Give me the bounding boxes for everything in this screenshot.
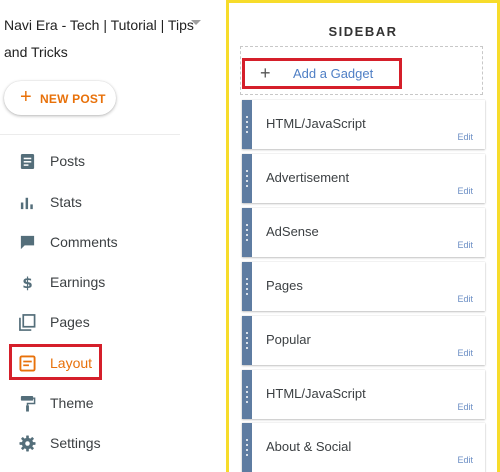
drag-handle-icon[interactable] — [242, 208, 252, 257]
stats-icon — [20, 197, 33, 210]
nav-item-comments[interactable]: Comments — [0, 227, 190, 257]
left-navigation: Navi Era - Tech | Tutorial | Tips and Tr… — [0, 0, 226, 472]
svg-text:$: $ — [22, 274, 33, 291]
dollar-icon: $ — [22, 274, 33, 291]
gadget-edit-link[interactable]: Edit — [457, 294, 473, 304]
gadget-card[interactable]: HTML/JavaScript Edit — [242, 100, 485, 149]
gadget-card[interactable]: Advertisement Edit — [242, 154, 485, 203]
nav-label-posts: Posts — [50, 153, 86, 169]
gadget-edit-link[interactable]: Edit — [457, 132, 473, 142]
gadget-edit-link[interactable]: Edit — [457, 455, 473, 465]
gadget-name: HTML/JavaScript — [266, 116, 366, 131]
gadget-edit-link[interactable]: Edit — [457, 402, 473, 412]
gadget-edit-link[interactable]: Edit — [457, 186, 473, 196]
gadget-card[interactable]: HTML/JavaScript Edit — [242, 370, 485, 419]
add-gadget-label: Add a Gadget — [293, 66, 374, 81]
gadget-name: HTML/JavaScript — [266, 386, 366, 401]
gear-icon — [19, 435, 36, 452]
new-post-label: NEW POST — [40, 92, 106, 106]
paint-roller-icon — [20, 395, 36, 412]
nav-label-pages: Pages — [50, 314, 90, 330]
blog-selector[interactable]: Navi Era - Tech | Tutorial | Tips and Tr… — [4, 12, 204, 66]
gadget-card[interactable]: Popular Edit — [242, 316, 485, 365]
nav-item-settings[interactable]: Settings — [0, 428, 190, 458]
sidebar-section-panel: SIDEBAR + Add a Gadget HTML/JavaScript E… — [226, 0, 500, 472]
gadget-card[interactable]: About & Social Edit — [242, 423, 485, 472]
new-post-button[interactable]: + NEW POST — [4, 81, 116, 115]
section-title: SIDEBAR — [328, 24, 398, 39]
drag-handle-icon[interactable] — [242, 316, 252, 365]
pages-icon — [19, 314, 36, 331]
drag-handle-icon[interactable] — [242, 423, 252, 472]
gadget-name: Popular — [266, 332, 311, 347]
nav-label-earnings: Earnings — [50, 274, 106, 290]
drag-handle-icon[interactable] — [242, 100, 252, 149]
add-gadget-button[interactable]: + Add a Gadget — [242, 58, 402, 89]
blog-title-text: Navi Era - Tech | Tutorial | Tips and Tr… — [4, 17, 194, 60]
nav-label-stats: Stats — [50, 194, 82, 210]
nav-item-theme[interactable]: Theme — [0, 388, 190, 418]
drag-handle-icon[interactable] — [242, 262, 252, 311]
nav-item-stats[interactable]: Stats — [0, 187, 190, 217]
nav-item-posts[interactable]: Posts — [0, 146, 190, 176]
layout-highlight-box — [9, 344, 102, 380]
nav-label-theme: Theme — [50, 395, 94, 411]
nav-label-comments: Comments — [50, 234, 118, 250]
plus-icon: + — [20, 86, 32, 108]
gadget-edit-link[interactable]: Edit — [457, 348, 473, 358]
gadget-card[interactable]: Pages Edit — [242, 262, 485, 311]
nav-divider — [0, 134, 180, 135]
drag-handle-icon[interactable] — [242, 370, 252, 419]
comments-icon — [20, 235, 35, 250]
gadget-name: About & Social — [266, 439, 352, 454]
blogger-layout-screen: Navi Era - Tech | Tutorial | Tips and Tr… — [0, 0, 500, 472]
drag-handle-icon[interactable] — [242, 154, 252, 203]
nav-label-settings: Settings — [50, 435, 101, 451]
gadget-name: Advertisement — [266, 170, 350, 185]
dropdown-caret-icon[interactable] — [191, 20, 201, 25]
posts-icon — [20, 153, 35, 170]
add-plus-icon: + — [260, 63, 271, 83]
gadget-card[interactable]: AdSense Edit — [242, 208, 485, 257]
gadget-name: AdSense — [266, 224, 319, 239]
nav-item-earnings[interactable]: $ Earnings — [0, 267, 190, 297]
gadget-name: Pages — [266, 278, 303, 293]
nav-item-pages[interactable]: Pages — [0, 307, 190, 337]
gadget-edit-link[interactable]: Edit — [457, 240, 473, 250]
